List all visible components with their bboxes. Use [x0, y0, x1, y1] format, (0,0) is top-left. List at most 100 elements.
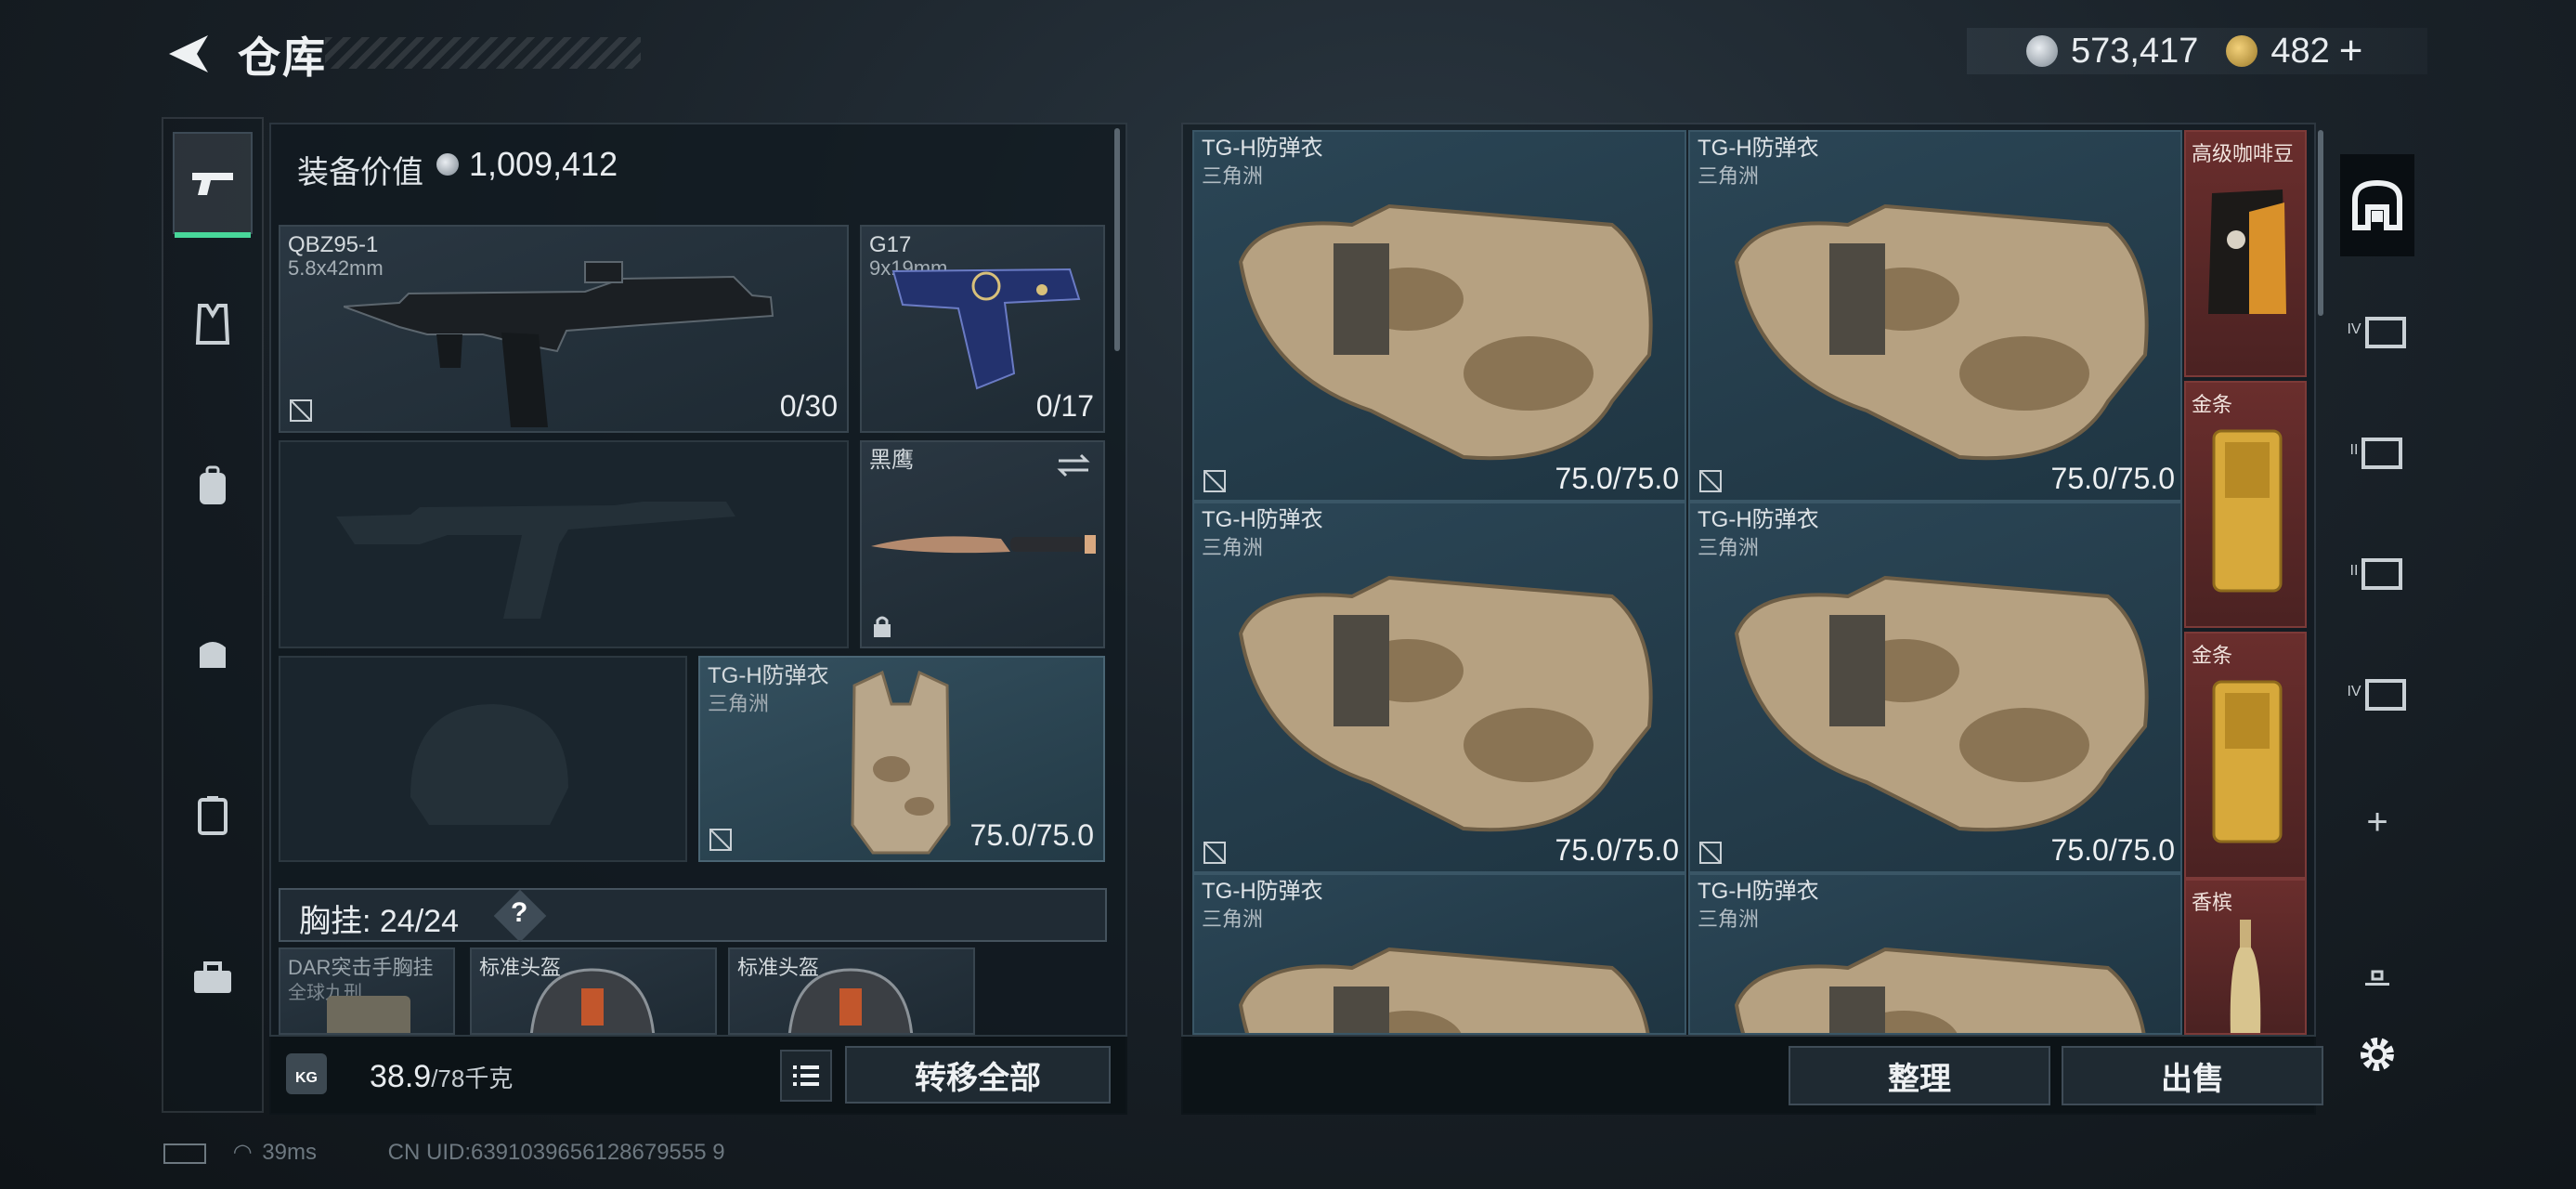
- item-name: 金条: [2192, 393, 2233, 416]
- stash-item[interactable]: TG-H防弹衣 三角洲 75.0/75.0: [1192, 502, 1686, 873]
- back-arrow-icon[interactable]: [160, 30, 215, 78]
- wifi-icon: ◠: [232, 1140, 253, 1165]
- item-faction: 三角洲: [1202, 908, 1264, 931]
- stash-scrollbar[interactable]: [2318, 130, 2323, 316]
- gear-icon: [2361, 1038, 2394, 1071]
- stash-item[interactable]: TG-H防弹衣 三角洲: [1688, 873, 2182, 1035]
- champagne-bottle-icon: [2230, 920, 2261, 1033]
- primary-weapon-slot[interactable]: QBZ95-1 5.8x42mm 0/30: [279, 225, 849, 433]
- body-armor-icon: [1734, 947, 2146, 1033]
- page-title: 仓库: [238, 33, 327, 82]
- sidebar-item-weapons[interactable]: [173, 132, 253, 238]
- gold-bar-icon: [2212, 429, 2283, 593]
- weapon-name: G17: [869, 232, 912, 257]
- help-icon: ?: [511, 897, 528, 928]
- armor-slot[interactable]: TG-H防弹衣 三角洲 75.0/75.0: [698, 656, 1105, 862]
- tab-stash-ii-1[interactable]: II: [2340, 409, 2414, 492]
- stash-box-icon: [2361, 558, 2403, 590]
- add-currency-button[interactable]: +: [2339, 28, 2363, 74]
- tier-label: II: [2349, 563, 2359, 579]
- sell-button[interactable]: 出售: [2062, 1046, 2323, 1105]
- item-durability: 75.0/75.0: [2050, 462, 2175, 495]
- silver-currency-value: 573,417: [2071, 31, 2199, 71]
- no-drop-icon: [1203, 470, 1226, 492]
- item-name: TG-H防弹衣: [1202, 879, 1323, 904]
- item-name: TG-H防弹衣: [1698, 136, 1819, 161]
- gold-bar-icon: [2212, 680, 2283, 843]
- item-faction: 三角洲: [1698, 908, 1760, 931]
- stash-item[interactable]: TG-H防弹衣 三角洲: [1192, 873, 1686, 1035]
- tab-stash-ii-2[interactable]: II: [2340, 529, 2414, 613]
- item-name: TG-H防弹衣: [1698, 879, 1819, 904]
- knife-icon: [871, 535, 1096, 554]
- no-drop-icon: [290, 399, 312, 422]
- stash-box-icon: [2364, 317, 2406, 348]
- chest-rig-icon: [327, 996, 410, 1033]
- valuable-item[interactable]: 高级咖啡豆: [2184, 130, 2307, 377]
- tier-label: IV: [2347, 684, 2361, 699]
- rifle-icon: [344, 261, 774, 427]
- stash-tabs-sidebar: IV II II IV +: [2340, 130, 2414, 1115]
- item-faction: 三角洲: [1202, 536, 1264, 559]
- gold-currency-value: 482: [2270, 31, 2330, 71]
- helmet-item[interactable]: 标准头盔: [728, 947, 975, 1035]
- stash-item[interactable]: TG-H防弹衣 三角洲 75.0/75.0: [1688, 502, 2182, 873]
- item-faction: 三角洲: [1698, 536, 1760, 559]
- chest-rig-item[interactable]: DAR突击手胸挂 全球九刑: [279, 947, 455, 1035]
- sidebar-item-toolbox[interactable]: [173, 927, 253, 1029]
- tier-label: IV: [2347, 321, 2361, 337]
- helmet-item[interactable]: 标准头盔: [470, 947, 717, 1035]
- no-drop-icon: [709, 829, 732, 851]
- item-durability: 75.0/75.0: [2050, 833, 2175, 867]
- ammo-count: 0/17: [1035, 389, 1094, 423]
- transfer-all-button[interactable]: 转移全部: [845, 1046, 1111, 1104]
- lock-icon: [874, 616, 891, 637]
- settings-button[interactable]: [2340, 1013, 2414, 1096]
- equipment-value-label: 装备价值: [297, 155, 423, 190]
- sidebar-item-case[interactable]: [173, 764, 253, 866]
- melee-name: 黑鹰: [869, 448, 914, 473]
- melee-slot[interactable]: 黑鹰: [860, 440, 1105, 648]
- swap-icon[interactable]: [1055, 451, 1092, 479]
- empty-weapon-slot[interactable]: [279, 440, 849, 648]
- loadout-scrollbar[interactable]: [1114, 128, 1120, 351]
- list-view-button[interactable]: [780, 1050, 832, 1102]
- backpack-icon: [200, 465, 226, 504]
- valuable-item[interactable]: 金条: [2184, 381, 2307, 628]
- empty-helmet-slot[interactable]: [279, 656, 687, 862]
- silver-coin-icon: [436, 153, 459, 176]
- stash-box-icon: [2364, 679, 2406, 711]
- weight-icon: KG: [286, 1053, 327, 1094]
- filter-button[interactable]: [2340, 938, 2414, 1022]
- body-armor-icon: [1734, 575, 2149, 832]
- pouch-icon: [200, 642, 226, 668]
- item-name: 高级咖啡豆: [2192, 142, 2295, 165]
- chest-rig-capacity: 胸挂: 24/24: [299, 904, 459, 939]
- tab-stash-iv-2[interactable]: IV: [2340, 650, 2414, 734]
- sidebar-item-pouch[interactable]: [173, 602, 253, 704]
- rifle-silhouette-icon: [336, 502, 735, 619]
- stash-item[interactable]: TG-H防弹衣 三角洲 75.0/75.0: [1688, 130, 2182, 502]
- valuable-item[interactable]: 香槟: [2184, 879, 2307, 1035]
- add-stash-tab-button[interactable]: +: [2340, 780, 2414, 864]
- sidebar-item-backpack[interactable]: [173, 435, 253, 537]
- current-weight: 38.9: [370, 1059, 432, 1094]
- body-armor-icon: [851, 670, 951, 855]
- toolbox-icon: [194, 961, 231, 993]
- item-name: 金条: [2192, 644, 2233, 667]
- stash-item[interactable]: TG-H防弹衣 三角洲 75.0/75.0: [1192, 130, 1686, 502]
- valuable-item[interactable]: 金条: [2184, 632, 2307, 879]
- item-faction: 三角洲: [1698, 164, 1760, 188]
- tab-main-stash[interactable]: [2340, 154, 2414, 256]
- helmet-silhouette-icon: [410, 704, 568, 825]
- sidebar-item-vest[interactable]: [173, 273, 253, 375]
- organize-button[interactable]: 整理: [1789, 1046, 2050, 1105]
- stash-box-icon: [2361, 438, 2403, 469]
- secondary-weapon-slot[interactable]: G17 9x19mm 0/17: [860, 225, 1105, 433]
- battery-icon: [163, 1143, 206, 1164]
- item-name: TG-H防弹衣: [1698, 507, 1819, 532]
- ammo-count: 0/30: [779, 389, 838, 423]
- no-drop-icon: [1203, 842, 1226, 864]
- item-faction: 三角洲: [1202, 164, 1264, 188]
- tab-stash-iv-1[interactable]: IV: [2340, 288, 2414, 372]
